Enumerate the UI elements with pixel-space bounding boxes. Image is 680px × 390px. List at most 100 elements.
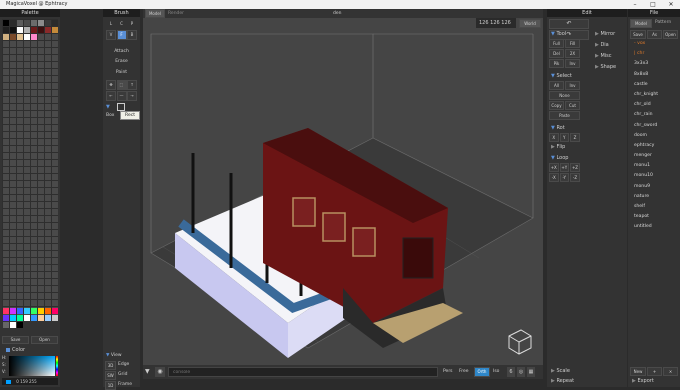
pin-icon[interactable]: ↑ (127, 80, 137, 90)
palette-swatch[interactable] (52, 20, 58, 26)
view-sw-button[interactable]: SW (105, 371, 116, 380)
orientation-cube[interactable] (505, 328, 533, 356)
palette-swatch[interactable] (52, 308, 58, 314)
loop-minus-x[interactable]: -X (549, 173, 559, 182)
file-open[interactable]: Open (663, 30, 678, 39)
brush-erase[interactable]: Erase (106, 59, 137, 67)
brush-line-icon[interactable]: — (116, 91, 127, 101)
brush-mode-p[interactable]: P (127, 19, 137, 28)
reset-view-icon[interactable]: ◎ (517, 367, 525, 377)
shape-collapse-icon[interactable]: ▼ (106, 104, 111, 110)
palette-swatch[interactable] (17, 315, 23, 321)
file-item[interactable]: teapot (630, 212, 678, 222)
select-inv[interactable]: Inv (565, 81, 580, 90)
palette-open-button[interactable]: Open (31, 336, 58, 344)
palette-swatch[interactable] (10, 308, 16, 314)
palette-swatch[interactable] (38, 20, 44, 26)
file-tab-pattern[interactable]: Pattern (655, 20, 671, 25)
palette-swatch[interactable] (52, 27, 58, 33)
select-cut[interactable]: Cut (565, 101, 580, 110)
camera-icon[interactable]: ◉ (155, 367, 165, 377)
flip-section[interactable]: ▶ Flip (549, 143, 565, 151)
scale-section[interactable]: ▶ Scale (549, 367, 570, 375)
palette-swatch[interactable] (31, 20, 37, 26)
palette-swatch[interactable] (31, 315, 37, 321)
view-grid-toggle[interactable]: Grid (118, 372, 127, 377)
view-frame-toggle[interactable]: Frame (118, 382, 132, 387)
palette-swatch[interactable] (3, 34, 9, 40)
palette-swatch[interactable] (17, 27, 23, 33)
brush-mode-l[interactable]: L (106, 19, 116, 28)
tool-del[interactable]: Del (549, 49, 564, 58)
palette-swatch[interactable] (38, 315, 44, 321)
file-item[interactable]: chr_rain (630, 110, 678, 120)
select-box-icon[interactable]: ⬚ (116, 80, 127, 90)
file-item[interactable]: menger (630, 151, 678, 161)
file-item[interactable]: monu10 (630, 171, 678, 181)
select-copy[interactable]: Copy (549, 101, 564, 110)
file-item[interactable]: castle (630, 80, 678, 90)
tool-full[interactable]: Full (549, 39, 564, 48)
palette-swatch[interactable] (17, 322, 23, 328)
palette-swatch[interactable] (10, 322, 16, 328)
tool-pik[interactable]: Pik (549, 59, 564, 68)
brush-paint[interactable]: Paint (106, 70, 137, 78)
view-edge-toggle[interactable]: Edge (118, 362, 129, 367)
file-item-vox[interactable]: - vox (630, 39, 678, 49)
file-item-chr[interactable]: | chr (630, 49, 678, 59)
palette-save-button[interactable]: Save (2, 336, 29, 344)
file-item[interactable]: doom (630, 131, 678, 141)
palette-swatch[interactable] (24, 20, 30, 26)
palette-swatch[interactable] (3, 20, 9, 26)
brush-mode-c[interactable]: C (117, 19, 127, 28)
view-3d-button[interactable]: 3D (105, 361, 116, 370)
loop-minus-y[interactable]: -Y (559, 173, 569, 182)
rot-y[interactable]: Y (559, 133, 569, 142)
file-item[interactable]: nature (630, 192, 678, 202)
grid-view-icon[interactable]: ▦ (527, 367, 535, 377)
palette-swatch[interactable] (45, 20, 51, 26)
palette-swatch[interactable] (38, 27, 44, 33)
add-icon[interactable]: + (647, 367, 662, 376)
palette-swatch[interactable] (45, 308, 51, 314)
loop-minus-z[interactable]: -Z (570, 173, 580, 182)
palette-swatch[interactable] (10, 315, 16, 321)
file-item[interactable]: shelf (630, 202, 678, 212)
close-window-button[interactable]: ✕ (662, 0, 680, 9)
shape-section[interactable]: ▶ Shape (593, 63, 616, 71)
brush-mode-v[interactable]: V (106, 30, 116, 40)
palette-swatch[interactable] (31, 308, 37, 314)
mode-orth[interactable]: Orth (474, 367, 490, 377)
file-item[interactable]: chr_old (630, 100, 678, 110)
file-item[interactable]: 8x8x8 (630, 70, 678, 80)
palette-swatch[interactable] (10, 27, 16, 33)
palette-swatch[interactable] (31, 34, 37, 40)
hue-slider[interactable] (56, 356, 58, 376)
file-new[interactable]: New (630, 367, 646, 376)
mode-free[interactable]: Free (459, 369, 469, 374)
move-icon[interactable]: ✥ (106, 80, 116, 90)
mirror-section[interactable]: ▶ Mirror (593, 30, 615, 38)
brush-mode-f[interactable]: F (116, 30, 127, 40)
file-item[interactable]: ephtracy (630, 141, 678, 151)
palette-swatch[interactable] (38, 308, 44, 314)
palette-grid[interactable] (2, 19, 58, 315)
palette-swatch[interactable] (24, 308, 30, 314)
console-input[interactable] (168, 367, 438, 377)
palette-swatch[interactable] (31, 27, 37, 33)
palette-swatch[interactable] (17, 308, 23, 314)
file-save-as[interactable]: As (647, 30, 662, 39)
file-item[interactable]: monu9 (630, 182, 678, 192)
menu-icon[interactable]: ▼ (145, 368, 153, 376)
color-rgb-field[interactable]: 0 159 255 (2, 378, 58, 385)
file-item[interactable]: untitled (630, 222, 678, 232)
arrow-right-icon[interactable]: → (127, 91, 137, 101)
brush-mode-b[interactable]: B (127, 30, 137, 40)
rect-shape-icon[interactable] (117, 103, 125, 111)
palette-swatch[interactable] (10, 34, 16, 40)
tool-2x[interactable]: 2X (565, 49, 580, 58)
rot-x[interactable]: X (549, 133, 559, 142)
palette-swatch[interactable] (45, 27, 51, 33)
palette-swatch[interactable] (3, 308, 9, 314)
misc-section[interactable]: ▶ Misc (593, 52, 612, 60)
